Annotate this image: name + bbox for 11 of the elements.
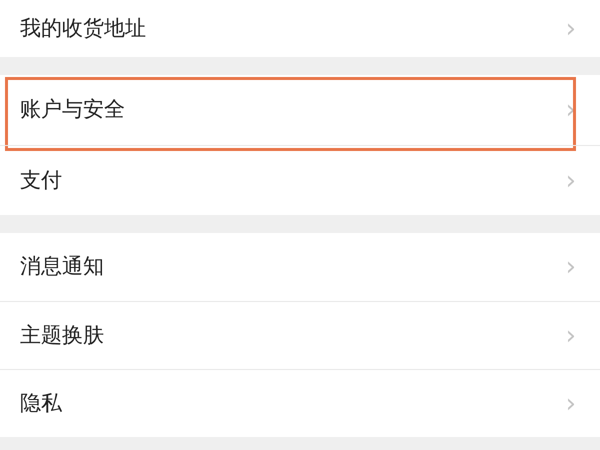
settings-item[interactable]: 我的收货地址: [20, 12, 146, 44]
settings-item[interactable]: 消息通知: [20, 251, 104, 283]
settings-item[interactable]: 隐私: [20, 388, 62, 420]
settings-item[interactable]: 账户与安全: [20, 94, 125, 126]
chevron-icon: ›: [566, 168, 576, 194]
settings-item[interactable]: 支付: [20, 164, 62, 196]
chevron-icon: ›: [566, 16, 576, 42]
chevron-icon: ›: [566, 390, 576, 416]
settings-item[interactable]: 主题换肤: [20, 320, 104, 352]
chevron-icon: ›: [566, 322, 576, 348]
chevron-icon: ›: [566, 254, 576, 280]
